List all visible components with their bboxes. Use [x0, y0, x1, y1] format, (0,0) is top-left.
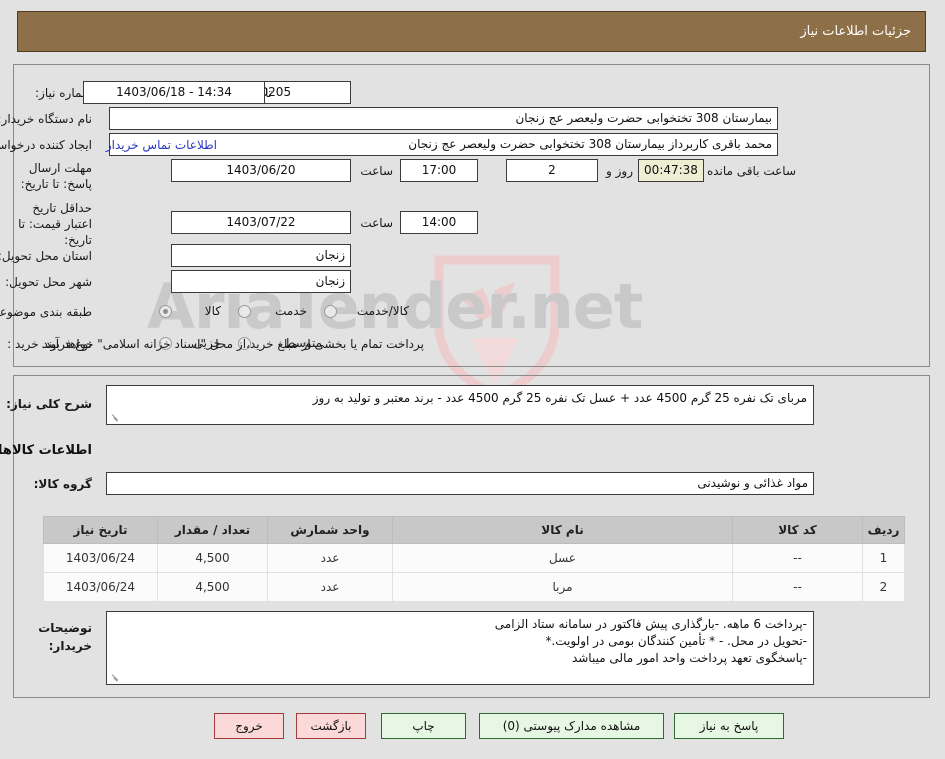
- cell-name: مربا: [393, 572, 734, 602]
- price-validity-time-field[interactable]: 14:00: [401, 211, 479, 234]
- summary-textarea[interactable]: مربای تک نفره 25 گرم 4500 عدد + عسل تک ن…: [107, 385, 815, 425]
- goods-group-field[interactable]: مواد غذائی و نوشیدنی: [107, 472, 815, 495]
- col-header-name: نام کالا: [393, 516, 734, 544]
- notes-line-3: -پاسخگوی تعهد پرداخت واحد امور مالی میبا…: [572, 651, 808, 665]
- cell-date: 1403/06/24: [44, 543, 159, 573]
- province-label: استان محل تحویل:: [0, 249, 93, 263]
- price-validity-label: حداقل تاریخ اعتبار قیمت: تا تاریخ:: [19, 201, 93, 247]
- buyer-org-field[interactable]: بیمارستان 308 تختخوابی حضرت ولیعصر عج زن…: [110, 107, 779, 130]
- col-header-qty: تعداد / مقدار: [158, 516, 269, 544]
- resize-grip-icon[interactable]: [110, 413, 120, 423]
- buyer-notes-textarea[interactable]: -پرداخت 6 ماهه. -بارگذاری پیش فاکتور در …: [107, 611, 815, 685]
- announce-datetime-field[interactable]: 14:34 - 1403/06/18: [84, 81, 266, 104]
- cell-code: --: [733, 572, 864, 602]
- cell-unit: عدد: [268, 543, 394, 573]
- timer-suffix-label: ساعت باقی مانده: [707, 164, 797, 178]
- category-label: طبقه بندی موضوعی:: [0, 305, 93, 319]
- buyer-org-label: نام دستگاه خریدار:: [0, 112, 93, 126]
- countdown-timer: 00:47:38: [639, 159, 705, 182]
- response-deadline-label: مهلت ارسال پاسخ: تا تاریخ:: [21, 161, 93, 191]
- city-field[interactable]: زنجان: [172, 270, 352, 293]
- goods-group-label: گروه کالا:: [34, 477, 93, 491]
- back-button[interactable]: بازگشت: [297, 713, 367, 739]
- col-header-row: ردیف: [863, 516, 906, 544]
- price-validity-hour-label: ساعت: [361, 216, 394, 230]
- page-title: جزئیات اطلاعات نیاز: [801, 24, 912, 39]
- summary-label: شرح کلی نیاز:: [7, 397, 93, 411]
- resize-grip-icon[interactable]: [110, 673, 120, 683]
- col-header-code: کد کالا: [733, 516, 864, 544]
- respond-button[interactable]: پاسخ به نیاز: [675, 713, 785, 739]
- category-radio-kala-label: کالا: [205, 304, 222, 318]
- notes-line-2: -تحویل در محل. - * تأمین کنندگان بومی در…: [546, 634, 808, 648]
- notes-line-1: -پرداخت 6 ماهه. -بارگذاری پیش فاکتور در …: [495, 617, 808, 631]
- category-radio-kala[interactable]: [160, 305, 173, 318]
- cell-qty: 4,500: [158, 543, 269, 573]
- cell-code: --: [733, 543, 864, 573]
- cell-row-number: 1: [863, 543, 906, 573]
- requester-label: ایجاد کننده درخواست:: [0, 138, 93, 152]
- exit-button[interactable]: خروج: [215, 713, 285, 739]
- table-row[interactable]: 2 -- مربا عدد 4,500 1403/06/24: [44, 572, 906, 602]
- goods-section-heading: اطلاعات کالاهای مورد نیاز: [0, 443, 93, 458]
- cell-date: 1403/06/24: [44, 572, 159, 602]
- payment-note: پرداخت تمام یا بخشی از مبلغ خرید،از محل …: [42, 337, 425, 351]
- cell-qty: 4,500: [158, 572, 269, 602]
- cell-unit: عدد: [268, 572, 394, 602]
- page-title-bar: جزئیات اطلاعات نیاز: [18, 11, 927, 52]
- response-deadline-time-field[interactable]: 17:00: [401, 159, 479, 182]
- buyer-contact-link[interactable]: اطلاعات تماس خریدار: [107, 138, 218, 152]
- days-remaining-field[interactable]: 2: [507, 159, 599, 182]
- response-deadline-hour-label: ساعت: [361, 164, 394, 178]
- table-row[interactable]: 1 -- عسل عدد 4,500 1403/06/24: [44, 543, 906, 573]
- city-label: شهر محل تحویل:: [6, 275, 93, 289]
- notes-label-line2: خریدار:: [49, 639, 93, 653]
- view-attachments-button[interactable]: مشاهده مدارک پیوستی (0): [480, 713, 665, 739]
- cell-name: عسل: [393, 543, 734, 573]
- province-field[interactable]: زنجان: [172, 244, 352, 267]
- cell-row-number: 2: [863, 572, 906, 602]
- notes-label-line1: توضیحات: [39, 621, 93, 635]
- response-deadline-date-field[interactable]: 1403/06/20: [172, 159, 352, 182]
- price-validity-date-field[interactable]: 1403/07/22: [172, 211, 352, 234]
- days-and-label: روز و: [607, 164, 634, 178]
- table-header-row: ردیف کد کالا نام کالا واحد شمارش تعداد /…: [44, 516, 906, 544]
- col-header-date: تاریخ نیاز: [44, 516, 159, 544]
- category-radio-kala-khedmat-label: کالا/خدمت: [357, 304, 410, 318]
- category-radio-khedmat[interactable]: [239, 305, 252, 318]
- col-header-unit: واحد شمارش: [268, 516, 394, 544]
- summary-text: مربای تک نفره 25 گرم 4500 عدد + عسل تک ن…: [313, 391, 808, 405]
- category-radio-kala-khedmat[interactable]: [325, 305, 338, 318]
- goods-table: ردیف کد کالا نام کالا واحد شمارش تعداد /…: [44, 516, 906, 602]
- category-radio-khedmat-label: خدمت: [276, 304, 308, 318]
- print-button[interactable]: چاپ: [382, 713, 467, 739]
